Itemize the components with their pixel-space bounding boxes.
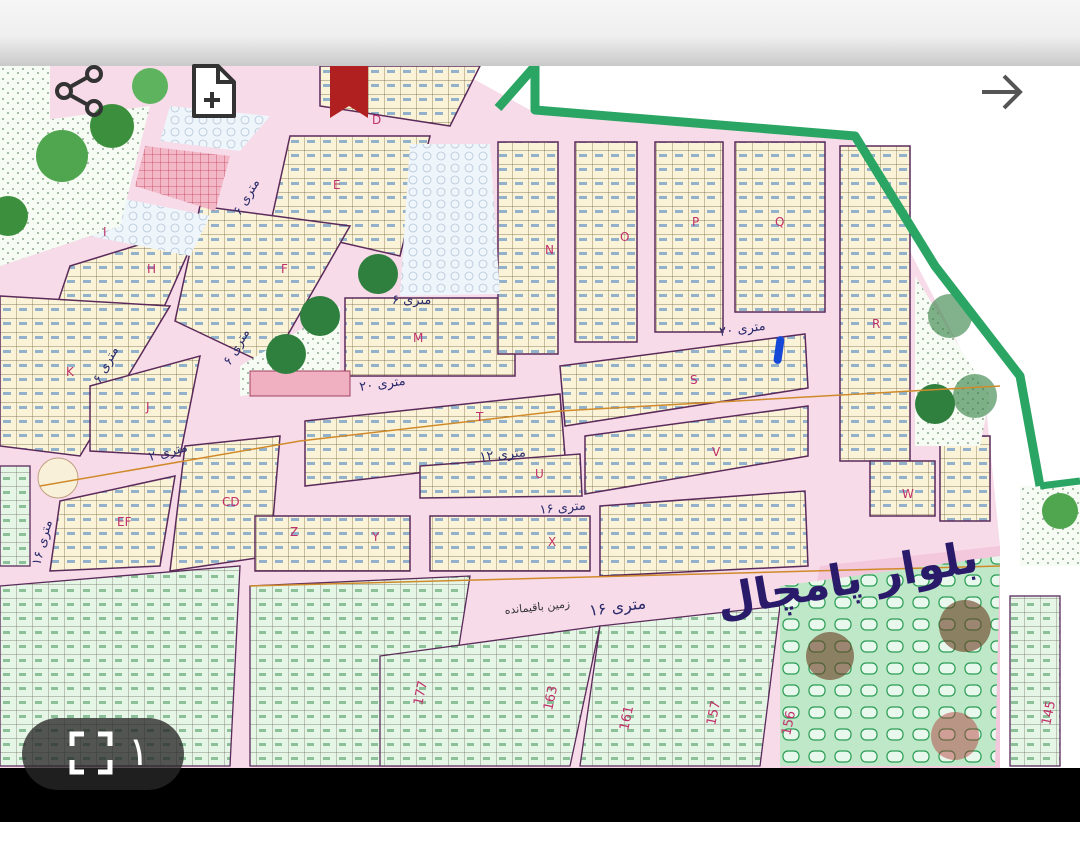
block-label: I bbox=[103, 225, 107, 239]
street-label: ۶ متری bbox=[392, 293, 431, 308]
block-label: F bbox=[281, 262, 288, 276]
block-label: N bbox=[545, 243, 554, 257]
add-file-icon[interactable] bbox=[188, 62, 240, 122]
arrow-right-icon[interactable] bbox=[978, 70, 1026, 114]
block-label: M bbox=[413, 331, 423, 345]
share-icon[interactable] bbox=[52, 62, 106, 120]
block-label: EF bbox=[117, 515, 132, 529]
block-label: J bbox=[145, 400, 150, 414]
block-label: T bbox=[475, 410, 484, 424]
map-canvas: DEFHIKJMNOP QRSTUVWCDEFXYZ ۲۰ متری۲۰ متری… bbox=[0, 66, 1080, 768]
block-label: Q bbox=[775, 215, 784, 229]
viewer-toolbar bbox=[0, 0, 1080, 66]
block-label: P bbox=[692, 215, 699, 229]
bookmark-icon[interactable] bbox=[326, 64, 372, 120]
block-label: O bbox=[620, 230, 629, 244]
block-label: S bbox=[690, 373, 698, 387]
block-label: Z bbox=[290, 525, 298, 539]
block-label: V bbox=[712, 445, 721, 459]
page-background bbox=[0, 822, 1080, 850]
block-label: K bbox=[66, 365, 75, 379]
block-label: D bbox=[372, 113, 381, 127]
block-label: U bbox=[535, 467, 544, 481]
block-label: CD bbox=[222, 495, 240, 509]
block-label: Y bbox=[371, 530, 380, 544]
block-label: W bbox=[902, 487, 914, 501]
block-label: R bbox=[872, 317, 880, 331]
block-label: X bbox=[548, 535, 556, 549]
image-count: ۱ bbox=[128, 729, 150, 775]
land-plan-map[interactable]: D E F H I K J M N O P Q R S T U V W CD EF X Y Z ۲۰ متری ۲۰ متری… bbox=[0, 66, 1080, 768]
block-label: H bbox=[147, 262, 156, 276]
fullscreen-icon[interactable] bbox=[68, 730, 114, 776]
block-label: E bbox=[333, 178, 341, 192]
